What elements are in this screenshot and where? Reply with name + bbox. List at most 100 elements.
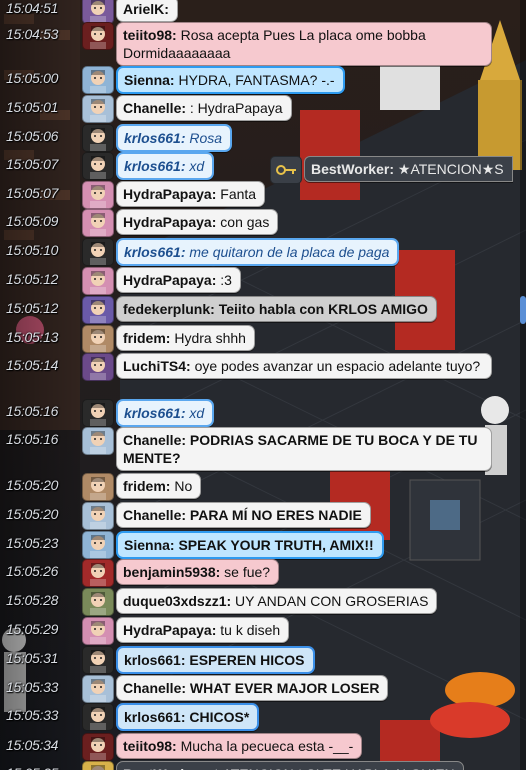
- user-avatar-icon[interactable]: [82, 559, 114, 587]
- chat-username[interactable]: HydraPapaya:: [123, 272, 216, 288]
- user-avatar-icon[interactable]: [82, 22, 114, 50]
- chat-message[interactable]: HydraPapaya: :3: [82, 267, 241, 295]
- chat-username[interactable]: LuchiTS4:: [123, 358, 191, 374]
- user-avatar-icon[interactable]: [82, 267, 114, 295]
- chat-bubble: Chanelle: PODRIAS SACARME DE TU BOCA Y D…: [116, 427, 492, 471]
- chat-bubble: teiito98: Mucha la pecueca esta -__-: [116, 733, 363, 759]
- chat-username[interactable]: krlos661:: [124, 652, 185, 668]
- chat-message[interactable]: krlos661: xd: [82, 399, 215, 427]
- chat-message[interactable]: Sienna: HYDRA, FANTASMA? -.-: [82, 66, 345, 94]
- chat-message[interactable]: Chanelle: : HydraPapaya: [82, 95, 292, 123]
- user-avatar-icon[interactable]: [82, 427, 114, 455]
- chat-message[interactable]: Chanelle: WHAT EVER MAJOR LOSER: [82, 675, 389, 703]
- chat-message[interactable]: duque03xdszz1: UY ANDAN CON GROSERIAS: [82, 588, 438, 616]
- chat-message[interactable]: Chanelle: PARA MÍ NO ERES NADIE: [82, 502, 371, 530]
- chat-bubble: krlos661: xd: [116, 399, 215, 427]
- chat-username[interactable]: fedekerplunk:: [123, 301, 215, 317]
- chat-bubble: krlos661: Rosa: [116, 124, 233, 152]
- chat-text: Teiito habla con KRLOS AMIGO: [218, 301, 428, 317]
- chat-username[interactable]: fridem:: [123, 478, 170, 494]
- user-avatar-icon[interactable]: [82, 473, 114, 501]
- chat-text: Mucha la pecueca esta -__-: [180, 738, 354, 754]
- chat-message[interactable]: HydraPapaya: con gas: [82, 209, 279, 237]
- chat-message[interactable]: LuchiTS4: oye podes avanzar un espacio a…: [82, 353, 492, 381]
- chat-username[interactable]: krlos661:: [124, 130, 185, 146]
- chat-scrollbar[interactable]: [520, 0, 526, 770]
- chat-text: WHAT EVER MAJOR LOSER: [189, 680, 380, 696]
- timestamp: 15:05:20: [6, 477, 59, 493]
- chat-message[interactable]: fridem: Hydra shhh: [82, 325, 255, 353]
- timestamp: 15:05:26: [6, 563, 59, 579]
- user-avatar-icon[interactable]: [82, 181, 114, 209]
- user-avatar-icon[interactable]: [82, 152, 114, 180]
- chat-message[interactable]: krlos661: CHICOS*: [82, 703, 260, 731]
- chat-username[interactable]: benjamin5938:: [123, 564, 220, 580]
- user-avatar-icon[interactable]: [82, 531, 114, 559]
- user-avatar-icon[interactable]: [82, 296, 114, 324]
- scrollbar-thumb[interactable]: [520, 296, 526, 324]
- user-avatar-icon[interactable]: [82, 703, 114, 731]
- chat-username[interactable]: fridem:: [123, 330, 170, 346]
- chat-username[interactable]: krlos661:: [124, 158, 185, 174]
- chat-username[interactable]: teiito98:: [123, 27, 177, 43]
- chat-message[interactable]: HydraPapaya: Fanta: [82, 181, 266, 209]
- user-avatar-icon[interactable]: [82, 124, 114, 152]
- user-avatar-icon[interactable]: [82, 353, 114, 381]
- chat-message[interactable]: ArielK:: [82, 0, 178, 24]
- timestamp: 15:05:23: [6, 535, 59, 551]
- chat-username[interactable]: Chanelle:: [123, 100, 186, 116]
- chat-username[interactable]: HydraPapaya:: [123, 186, 216, 202]
- chat-text: ★ATENCION★SI TE HABLA ALGUIEN: [210, 766, 455, 770]
- user-avatar-icon[interactable]: [82, 502, 114, 530]
- chat-message[interactable]: krlos661: ESPEREN HICOS: [82, 646, 315, 674]
- user-avatar-icon[interactable]: [82, 646, 114, 674]
- chat-message[interactable]: BestWorker: ★ATENCION★SI TE HABLA ALGUIE…: [82, 761, 464, 770]
- timestamp-column: 15:04:51 15:04:53 15:05:00 15:05:01 15:05:06…: [0, 0, 80, 770]
- floating-notice-bubble: BestWorker: ★ATENCION★S: [304, 156, 513, 182]
- user-avatar-icon[interactable]: [82, 209, 114, 237]
- user-avatar-icon[interactable]: [82, 761, 114, 770]
- chat-message[interactable]: fridem: No: [82, 473, 202, 501]
- chat-username[interactable]: duque03xdszz1:: [123, 593, 231, 609]
- chat-message[interactable]: benjamin5938: se fue?: [82, 559, 280, 587]
- user-avatar-icon[interactable]: [82, 617, 114, 645]
- chat-username[interactable]: BestWorker:: [123, 766, 206, 770]
- chat-username[interactable]: ArielK:: [123, 1, 169, 17]
- chat-message[interactable]: Chanelle: PODRIAS SACARME DE TU BOCA Y D…: [82, 427, 492, 471]
- timestamp: 15:05:20: [6, 506, 59, 522]
- user-avatar-icon[interactable]: [82, 66, 114, 94]
- chat-message[interactable]: HydraPapaya: tu k diseh: [82, 617, 290, 645]
- chat-text: Rosa: [189, 130, 223, 146]
- chat-username[interactable]: krlos661:: [124, 244, 185, 260]
- chat-username[interactable]: teiito98:: [123, 738, 177, 754]
- chat-message[interactable]: teiito98: Rosa acepta Pues La placa ome …: [82, 22, 492, 66]
- chat-message[interactable]: krlos661: Rosa: [82, 124, 233, 152]
- chat-username[interactable]: Sienna:: [124, 537, 175, 553]
- chat-message[interactable]: Sienna: SPEAK YOUR TRUTH, AMIX!!: [82, 531, 384, 559]
- user-avatar-icon[interactable]: [82, 733, 114, 761]
- user-avatar-icon[interactable]: [82, 675, 114, 703]
- user-avatar-icon[interactable]: [82, 399, 114, 427]
- chat-text: :3: [220, 272, 232, 288]
- chat-username[interactable]: Sienna:: [124, 72, 175, 88]
- chat-username[interactable]: HydraPapaya:: [123, 622, 216, 638]
- timestamp: 15:05:16: [6, 431, 59, 447]
- chat-username[interactable]: krlos661:: [124, 405, 185, 421]
- chat-text: xd: [189, 405, 205, 421]
- chat-bubble: ArielK:: [116, 0, 178, 22]
- chat-message[interactable]: krlos661: xd: [82, 152, 215, 180]
- user-avatar-icon[interactable]: [82, 238, 114, 266]
- chat-username[interactable]: krlos661:: [124, 709, 185, 725]
- chat-username[interactable]: HydraPapaya:: [123, 214, 216, 230]
- user-avatar-icon[interactable]: [82, 95, 114, 123]
- chat-message[interactable]: fedekerplunk: Teiito habla con KRLOS AMI…: [82, 296, 437, 324]
- user-avatar-icon[interactable]: [82, 0, 114, 24]
- chat-username[interactable]: Chanelle:: [123, 432, 186, 448]
- floating-notice-user: BestWorker:: [311, 161, 394, 177]
- chat-username[interactable]: Chanelle:: [123, 507, 186, 523]
- user-avatar-icon[interactable]: [82, 588, 114, 616]
- user-avatar-icon[interactable]: [82, 325, 114, 353]
- chat-message[interactable]: teiito98: Mucha la pecueca esta -__-: [82, 733, 363, 761]
- chat-username[interactable]: Chanelle:: [123, 680, 186, 696]
- chat-message[interactable]: krlos661: me quitaron de la placa de pag…: [82, 238, 400, 266]
